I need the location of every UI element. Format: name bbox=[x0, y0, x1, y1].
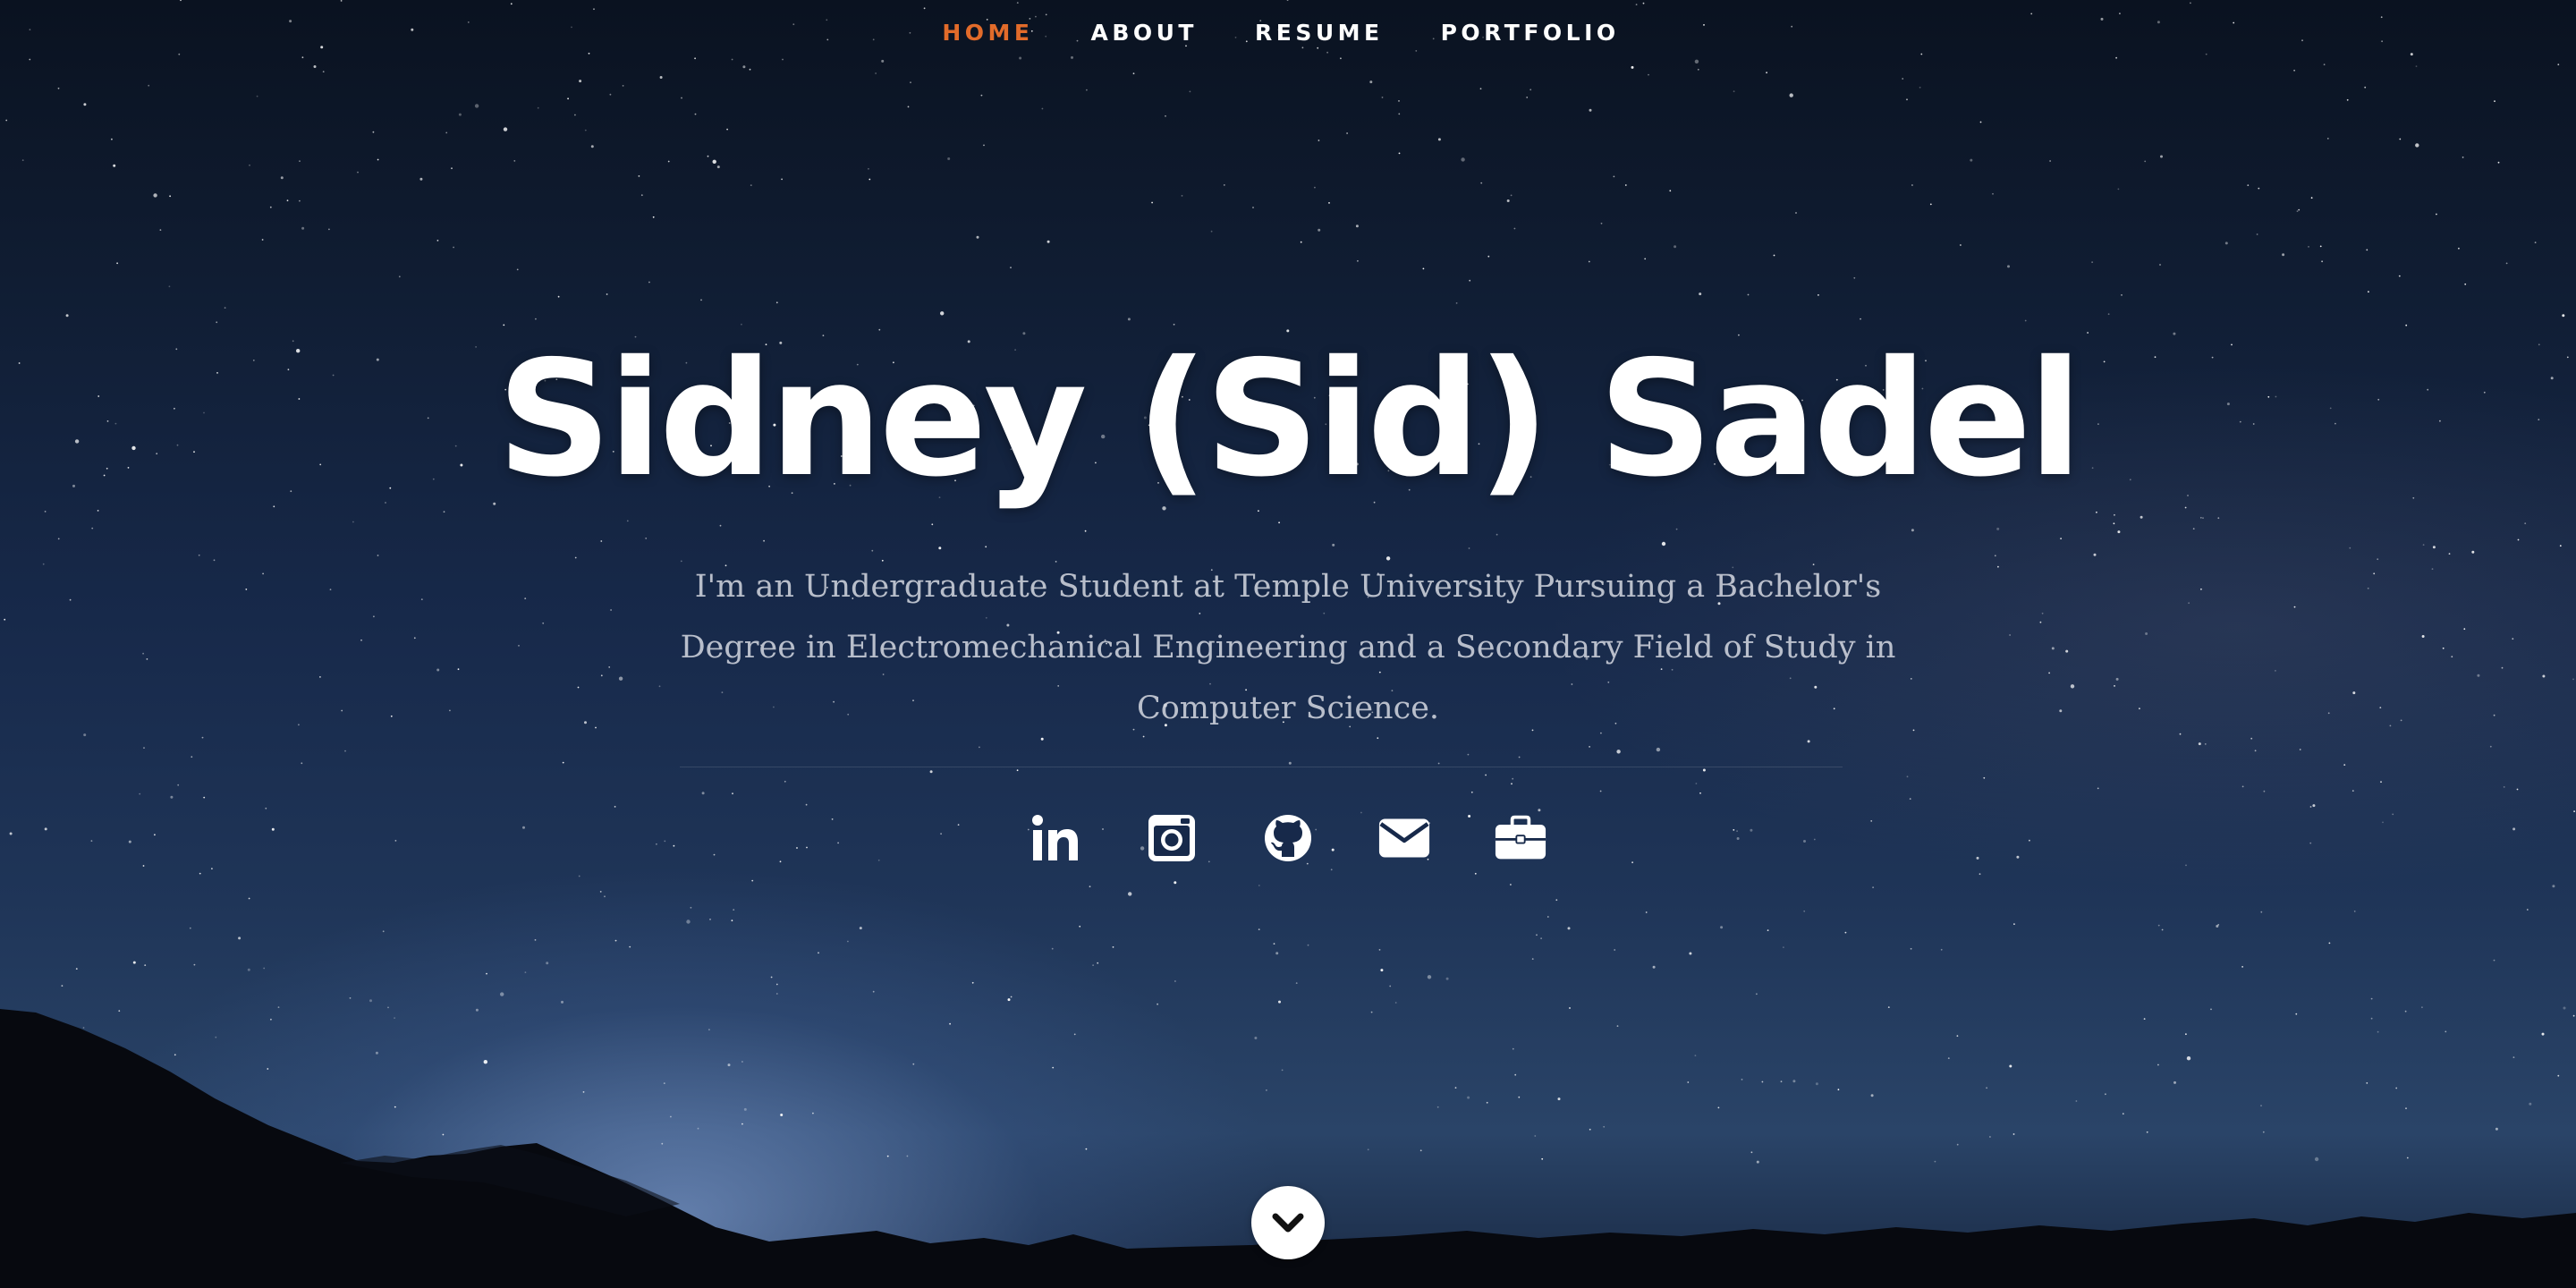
portfolio-link[interactable] bbox=[1495, 809, 1546, 868]
top-navigation: HOME ABOUT RESUME PORTFOLIO bbox=[0, 20, 2576, 46]
hero-subtitle: I'm an Undergraduate Student at Temple U… bbox=[680, 569, 1896, 726]
email-icon bbox=[1378, 818, 1430, 858]
nav-item-home[interactable]: HOME bbox=[942, 20, 1033, 46]
scroll-down-button[interactable] bbox=[1251, 1186, 1325, 1259]
linkedin-icon bbox=[1032, 815, 1078, 860]
instagram-icon bbox=[1148, 815, 1195, 861]
linkedin-link[interactable] bbox=[1030, 809, 1081, 868]
hero-title: Sidney (Sid) Sadel bbox=[496, 326, 2083, 512]
instagram-link[interactable] bbox=[1146, 809, 1198, 868]
github-link[interactable] bbox=[1262, 809, 1314, 868]
nav-item-about[interactable]: ABOUT bbox=[1090, 20, 1198, 46]
github-icon bbox=[1265, 815, 1311, 861]
nav-item-resume[interactable]: RESUME bbox=[1255, 20, 1384, 46]
briefcase-icon bbox=[1495, 815, 1546, 860]
nav-item-portfolio[interactable]: PORTFOLIO bbox=[1441, 20, 1620, 46]
email-link[interactable] bbox=[1378, 809, 1430, 868]
social-links bbox=[0, 809, 2576, 868]
chevron-down-icon bbox=[1272, 1213, 1304, 1233]
